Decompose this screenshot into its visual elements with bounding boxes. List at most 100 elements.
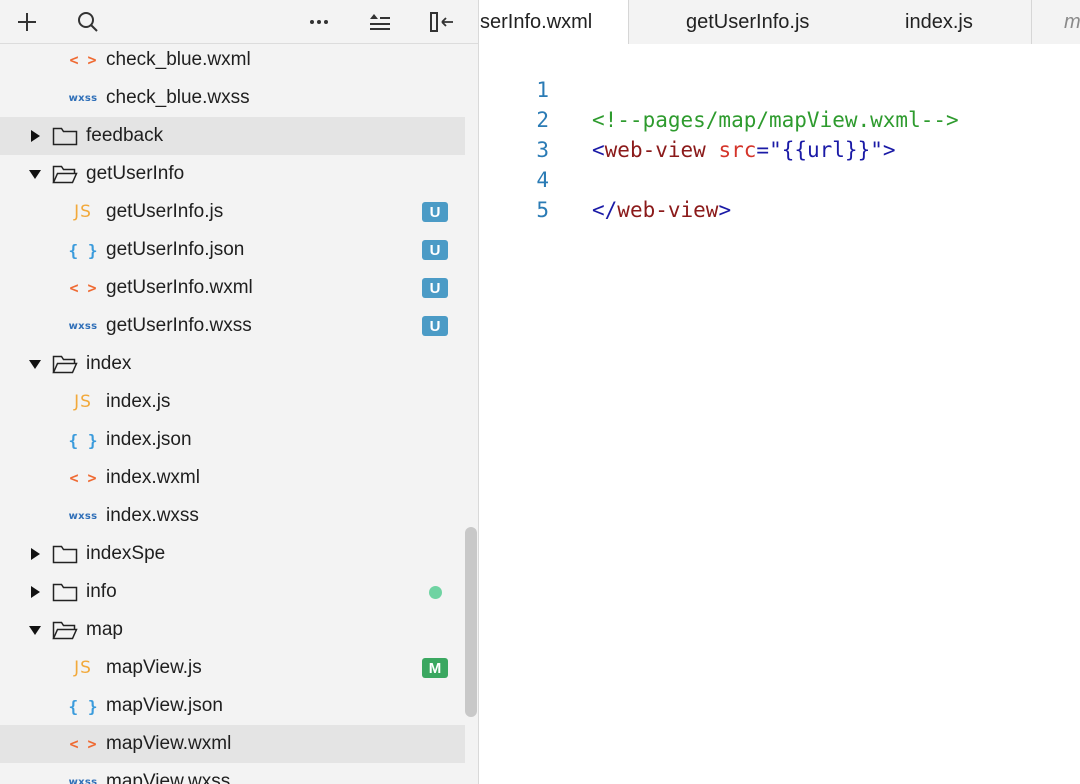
wxml-file-icon: < > <box>69 469 97 487</box>
chevron-down-icon[interactable] <box>26 621 44 639</box>
line-number: 5 <box>536 198 549 222</box>
tree-item-label: check_blue.wxss <box>106 87 250 108</box>
tree-file[interactable]: JS mapView.js M <box>0 649 465 687</box>
sidebar-scrollbar[interactable] <box>465 527 477 717</box>
tree-item-label: index.wxml <box>106 467 200 488</box>
code-line: 4 </web-view> <box>480 135 1080 222</box>
tree-file[interactable]: < > mapView.wxml <box>0 725 465 763</box>
tree-folder[interactable]: getUserInfo <box>0 155 465 193</box>
git-status-badge: U <box>422 240 448 260</box>
chevron-right-icon[interactable] <box>26 545 44 563</box>
tab-getuserinfo-js[interactable]: getUserInfo.js <box>686 0 809 44</box>
tree-item-label: getUserInfo.wxss <box>106 315 252 336</box>
folder-open-icon <box>52 354 78 374</box>
tree-folder[interactable]: map <box>0 611 465 649</box>
tree-item-label: getUserInfo.js <box>106 201 224 222</box>
folder-icon <box>52 582 78 602</box>
code-punct: > <box>718 198 732 222</box>
plus-icon[interactable] <box>11 6 43 38</box>
toggle-sidebar-icon[interactable] <box>426 6 458 38</box>
tree-item-label: getUserInfo <box>86 163 185 184</box>
tree-file[interactable]: wxss check_blue.wxss <box>0 79 465 117</box>
tree-item-label: getUserInfo.json <box>106 239 245 260</box>
chevron-down-icon[interactable] <box>26 165 44 183</box>
tree-item-label: map <box>86 619 123 640</box>
git-status-badge: U <box>422 202 448 222</box>
code-editor[interactable]: 1 <!--pages/map/mapView.wxml--> 2 <web-v… <box>480 44 1080 784</box>
code-line: 2 <web-view src="{{url}}"> <box>480 75 1080 162</box>
tab-label: m <box>1064 10 1080 33</box>
git-status-badge: U <box>422 278 448 298</box>
collapse-all-icon[interactable] <box>364 6 396 38</box>
wxml-file-icon: < > <box>69 279 97 297</box>
code-text: </web-view> <box>592 195 731 225</box>
tab-mapview-wxml[interactable]: m <box>1064 0 1080 44</box>
editor-tab-bar: serInfo.wxml getUserInfo.js index.js m <box>480 0 1080 44</box>
code-tag: web-view <box>617 198 719 222</box>
tab-index-js[interactable]: index.js <box>905 0 973 44</box>
status-dot <box>429 586 442 599</box>
tree-file[interactable]: wxss mapView.wxss <box>0 763 465 784</box>
tree-item-label: index.wxss <box>106 505 199 526</box>
json-file-icon: { } <box>68 430 98 450</box>
folder-icon <box>52 544 78 564</box>
tree-file[interactable]: < > check_blue.wxml <box>0 41 465 79</box>
tree-item-label: check_blue.wxml <box>106 49 251 70</box>
json-file-icon: { } <box>68 696 98 716</box>
folder-open-icon <box>52 620 78 640</box>
wxml-file-icon: < > <box>69 735 97 753</box>
search-icon[interactable] <box>72 6 104 38</box>
json-file-icon: { } <box>68 240 98 260</box>
tree-item-label: mapView.json <box>106 695 223 716</box>
wxss-file-icon: wxss <box>68 92 98 104</box>
tree-file[interactable]: wxss index.wxss <box>0 497 465 535</box>
tree-folder[interactable]: feedback <box>0 117 465 155</box>
tree-file[interactable]: JS index.js <box>0 383 465 421</box>
git-status-badge: U <box>422 316 448 336</box>
code-punct: </ <box>592 198 618 222</box>
tree-file[interactable]: { } getUserInfo.json U <box>0 231 465 269</box>
wxml-file-icon: < > <box>69 51 97 69</box>
wxss-file-icon: wxss <box>68 510 98 522</box>
tree-item-label: index.json <box>106 429 192 450</box>
tree-item-label: feedback <box>86 125 164 146</box>
tree-item-label: mapView.wxml <box>106 733 232 754</box>
tree-file[interactable]: < > getUserInfo.wxml U <box>0 269 465 307</box>
file-tree: < > check_blue.wxmlwxss check_blue.wxssfee… <box>0 41 465 784</box>
tree-item-label: indexSpe <box>86 543 166 564</box>
tree-file[interactable]: { } mapView.json <box>0 687 465 725</box>
tab-label: getUserInfo.js <box>686 10 810 33</box>
tab-divider <box>1031 0 1032 44</box>
git-status-badge: M <box>422 658 448 678</box>
tab-label: index.js <box>905 10 973 33</box>
chevron-right-icon[interactable] <box>26 127 44 145</box>
code-line: 5 <box>480 165 1080 222</box>
tree-file[interactable]: < > index.wxml <box>0 459 465 497</box>
tree-item-label: index <box>86 353 132 374</box>
tree-file[interactable]: wxss getUserInfo.wxss U <box>0 307 465 345</box>
tree-file[interactable]: JS getUserInfo.js U <box>0 193 465 231</box>
js-file-icon: JS <box>74 392 92 412</box>
tree-item-label: info <box>86 581 117 602</box>
tab-label: serInfo.wxml <box>480 11 593 33</box>
tree-folder[interactable]: index <box>0 345 465 383</box>
tree-item-label: getUserInfo.wxml <box>106 277 253 298</box>
chevron-right-icon[interactable] <box>26 583 44 601</box>
tab-getuserinfo-wxml[interactable]: serInfo.wxml <box>480 0 629 44</box>
js-file-icon: JS <box>74 658 92 678</box>
wxss-file-icon: wxss <box>68 776 98 784</box>
code-line: 3 <box>480 105 1080 162</box>
file-explorer-sidebar: < > check_blue.wxmlwxss check_blue.wxssfee… <box>0 0 479 784</box>
tree-item-label: mapView.js <box>106 657 202 678</box>
js-file-icon: JS <box>74 202 92 222</box>
tree-file[interactable]: { } index.json <box>0 421 465 459</box>
tree-item-label: index.js <box>106 391 171 412</box>
tree-folder[interactable]: indexSpe <box>0 535 465 573</box>
more-icon[interactable] <box>303 6 335 38</box>
tree-folder[interactable]: info <box>0 573 465 611</box>
chevron-down-icon[interactable] <box>26 355 44 373</box>
explorer-toolbar <box>0 0 478 44</box>
tree-item-label: mapView.wxss <box>106 771 231 784</box>
folder-icon <box>52 126 78 146</box>
code-line: 1 <!--pages/map/mapView.wxml--> <box>480 45 1080 132</box>
